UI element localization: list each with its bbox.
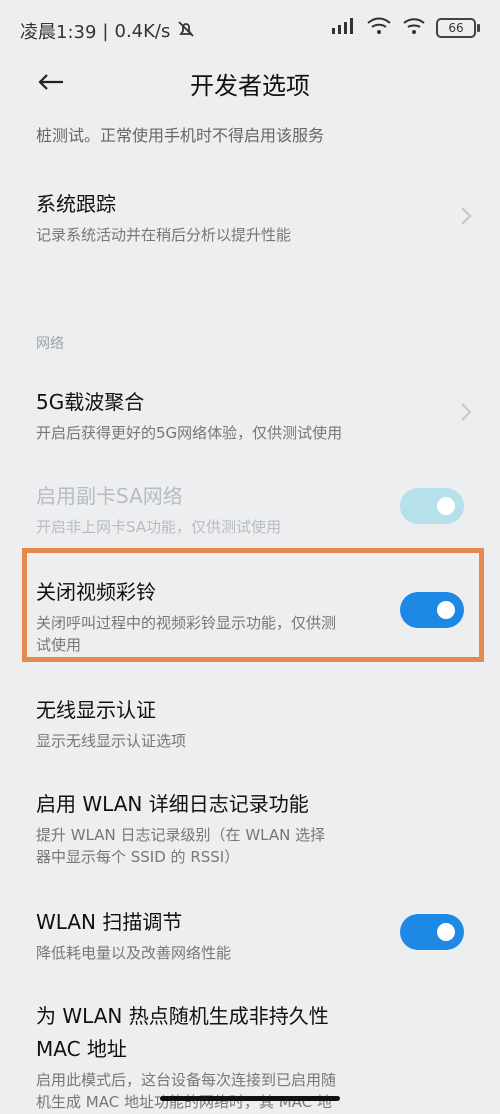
subtitle-line: 提升 WLAN 日志记录级别（在 WLAN 选择 <box>36 826 326 844</box>
section-label-network: 网络 <box>36 336 64 352</box>
chevron-right-icon <box>461 207 472 225</box>
title-line: 为 WLAN 热点随机生成非持久性 <box>36 1004 329 1028</box>
setting-wlan-verbose-logging[interactable]: 启用 WLAN 详细日志记录功能 提升 WLAN 日志记录级别（在 WLAN 选… <box>0 788 500 869</box>
setting-title: 系统跟踪 <box>36 192 116 216</box>
subtitle-line: 器中显示每个 SSID 的 RSSI） <box>36 847 240 866</box>
wifi-alt-icon <box>402 16 426 40</box>
status-separator: | <box>102 20 109 42</box>
setting-subtitle: 显示无线显示认证选项 <box>36 732 187 750</box>
setting-subtitle: 开启后获得更好的5G网络体验，仅供测试使用 <box>36 424 343 442</box>
video-ringback-toggle[interactable] <box>400 592 464 628</box>
status-right: 66 <box>330 16 480 40</box>
toggle-knob <box>437 601 455 619</box>
battery-icon: 66 <box>436 18 480 38</box>
secondary-sa-toggle <box>400 488 464 524</box>
battery-level: 66 <box>448 21 464 35</box>
chevron-right-icon <box>461 403 472 421</box>
setting-subtitle: 记录系统活动并在稍后分析以提升性能 <box>36 226 292 244</box>
setting-title: 为 WLAN 热点随机生成非持久性 MAC 地址 <box>36 1000 500 1062</box>
setting-wireless-display-certification[interactable]: 无线显示认证 显示无线显示认证选项 <box>0 694 500 753</box>
wlan-scan-toggle[interactable] <box>400 914 464 950</box>
setting-5g-carrier-aggregation[interactable]: 5G载波聚合 开启后获得更好的5G网络体验，仅供测试使用 <box>0 386 500 445</box>
setting-title: 5G载波聚合 <box>36 390 145 414</box>
toggle-knob <box>437 497 455 515</box>
status-network-speed: 0.4K/s <box>114 20 171 42</box>
setting-subtitle: 提升 WLAN 日志记录级别（在 WLAN 选择 器中显示每个 SSID 的 R… <box>36 825 500 869</box>
page-title: 开发者选项 <box>190 72 310 100</box>
title-bar: 开发者选项 <box>0 56 500 112</box>
status-left: 凌晨1:39 | 0.4K/s <box>20 18 196 44</box>
setting-wlan-scan-throttling[interactable]: WLAN 扫描调节 降低耗电量以及改善网络性能 <box>0 906 500 965</box>
mute-icon <box>176 19 196 44</box>
setting-title: 启用 WLAN 详细日志记录功能 <box>36 792 309 816</box>
title-line: MAC 地址 <box>36 1037 127 1061</box>
setting-disable-video-ringback[interactable]: 关闭视频彩铃 关闭呼叫过程中的视频彩铃显示功能，仅供测 试使用 <box>0 576 500 657</box>
subtitle-line: 试使用 <box>36 635 82 654</box>
toggle-knob <box>437 923 455 941</box>
subtitle-line: 机生成 MAC 地址功能的网络时，其 MAC 地 <box>36 1092 332 1111</box>
previous-item-subtitle: 桩测试。正常使用手机时不得启用该服务 <box>36 126 325 145</box>
setting-system-trace[interactable]: 系统跟踪 记录系统活动并在稍后分析以提升性能 <box>0 188 500 247</box>
setting-title: 无线显示认证 <box>36 698 156 722</box>
subtitle-line: 启用此模式后，这台设备每次连接到已启用随 <box>36 1071 337 1089</box>
home-indicator[interactable] <box>160 1096 340 1101</box>
setting-secondary-sa-network: 启用副卡SA网络 开启非上网卡SA功能，仅供测试使用 <box>0 480 500 539</box>
setting-subtitle: 启用此模式后，这台设备每次连接到已启用随 机生成 MAC 地址功能的网络时，其 … <box>36 1070 500 1114</box>
wifi-icon <box>366 16 392 40</box>
status-bar: 凌晨1:39 | 0.4K/s 66 <box>0 0 500 60</box>
signal-icon <box>330 16 356 40</box>
status-time: 凌晨1:39 <box>20 22 97 43</box>
